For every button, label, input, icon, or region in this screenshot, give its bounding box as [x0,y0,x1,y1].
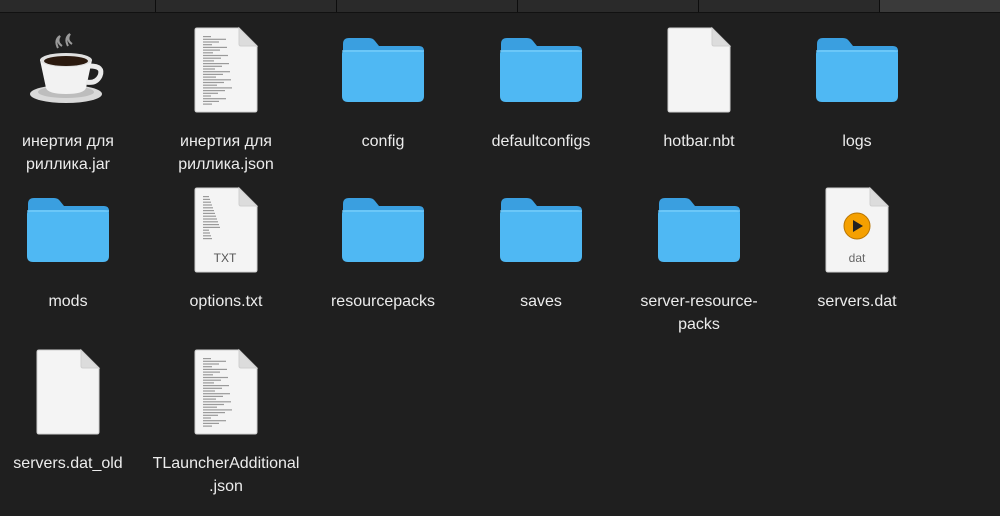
item-label: defaultconfigs [491,133,591,150]
toolbar-segment-active [880,0,1000,12]
folder-item[interactable]: resourcepacks [304,182,462,342]
toolbar-segment [518,0,699,12]
json-document-icon [178,344,274,440]
item-label: hotbar.nbt [663,133,735,150]
folder-item[interactable]: defaultconfigs [462,22,620,182]
toolbar-segment [0,0,156,12]
file-item[interactable]: TXT options.txt [147,182,305,342]
svg-text:TXT: TXT [214,251,237,265]
folder-icon [335,182,431,278]
item-label: servers.dat [817,293,897,310]
file-item[interactable]: инертия для риллика.jar [0,22,147,182]
file-item[interactable]: hotbar.nbt [620,22,778,182]
media-document-icon: dat [809,182,905,278]
file-item[interactable]: инертия для риллика.json [147,22,305,182]
folder-item[interactable]: server-resource-packs [620,182,778,342]
text-document-icon: TXT [178,182,274,278]
folder-icon [493,22,589,118]
toolbar-strip [0,0,1000,13]
file-item[interactable]: dat servers.dat [778,182,936,342]
blank-document-icon [651,22,747,118]
item-label: config [361,133,405,150]
folder-icon [335,22,431,118]
item-label: mods [48,293,88,310]
toolbar-segment [156,0,337,12]
item-label: инертия для риллика.json [178,133,274,173]
folder-item[interactable]: saves [462,182,620,342]
folder-icon [20,182,116,278]
folder-icon [809,22,905,118]
item-label: servers.dat_old [13,455,123,472]
file-item[interactable]: TLauncherAdditional.json [147,344,305,504]
item-label: TLauncherAdditional.json [152,455,300,495]
folder-icon [651,182,747,278]
folder-item[interactable]: logs [778,22,936,182]
item-label: saves [520,293,562,310]
item-label: options.txt [189,293,263,310]
item-label: resourcepacks [330,293,436,310]
item-label: logs [842,133,872,150]
item-label: инертия для риллика.jar [22,133,114,173]
blank-document-icon [20,344,116,440]
json-document-icon [178,22,274,118]
folder-item[interactable]: mods [0,182,147,342]
file-item[interactable]: servers.dat_old [0,344,147,504]
folder-icon [493,182,589,278]
java-coffee-cup-icon [20,22,116,118]
item-label: server-resource-packs [640,293,758,333]
svg-text:dat: dat [849,251,866,265]
folder-item[interactable]: config [304,22,462,182]
toolbar-segment [699,0,880,12]
toolbar-segment [337,0,518,12]
